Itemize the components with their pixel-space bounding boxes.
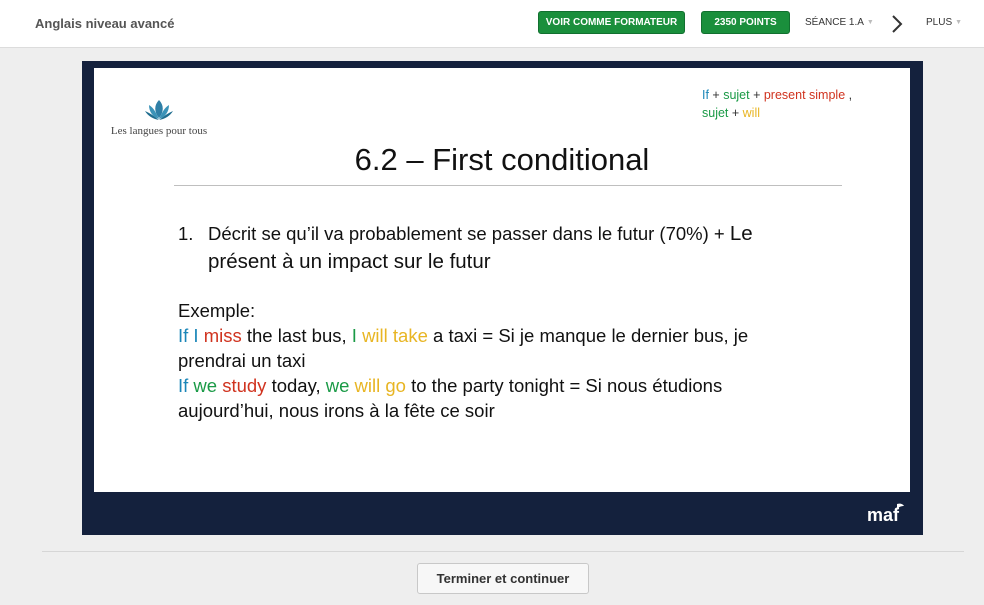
title-divider: [174, 185, 842, 186]
course-title: Anglais niveau avancé: [35, 16, 175, 31]
top-bar: Anglais niveau avancé VOIR COMME FORMATE…: [0, 0, 984, 48]
point-text-b: Le: [729, 222, 753, 245]
formula-will: will: [742, 106, 761, 120]
formula-subject: sujet: [723, 88, 750, 102]
formula-if: If: [702, 88, 709, 102]
example-2: If we study today, we will go to the par…: [178, 373, 818, 423]
logo-text: Les langues pour tous: [110, 125, 208, 137]
next-button[interactable]: [889, 12, 905, 36]
ex-text: today,: [266, 375, 326, 396]
formula-plus: +: [749, 88, 764, 102]
formula-plus: +: [728, 106, 743, 120]
ex-will: will go: [354, 375, 406, 396]
ex-subject-2: we: [325, 375, 350, 396]
caret-down-icon: ▼: [955, 19, 963, 26]
point-text: Décrit se qu’il va probablement se passe…: [208, 220, 838, 276]
points-button[interactable]: 2350 POINTS: [701, 11, 790, 34]
point-number: 1.: [178, 223, 194, 244]
formula-line-2: sujet + will: [702, 104, 852, 122]
maf-logo: maf: [867, 501, 907, 530]
ex-verb: study: [222, 375, 267, 396]
ex-subject: I: [193, 325, 199, 346]
formula-subject: sujet: [702, 106, 729, 120]
ex-verb: miss: [203, 325, 242, 346]
maf-logo-mark: maf: [867, 503, 904, 525]
footer-divider: [42, 551, 964, 552]
more-menu[interactable]: PLUS ▼: [926, 17, 962, 28]
caret-down-icon: ▼: [866, 19, 874, 26]
ex-subject: we: [193, 375, 218, 396]
formula-comma: ,: [845, 88, 853, 102]
more-menu-label: PLUS: [926, 17, 953, 28]
session-menu-label: SÉANCE 1.A: [805, 17, 864, 28]
ex-will: will take: [362, 325, 428, 346]
rule-point: 1. Décrit se qu’il va probablement se pa…: [178, 220, 838, 276]
slide-title: 6.2 – First conditional: [354, 142, 650, 177]
lotus-icon: [145, 100, 173, 120]
ex-text: the last bus,: [241, 325, 352, 346]
example-1: If I miss the last bus, I will take a ta…: [178, 323, 818, 373]
view-as-trainer-button[interactable]: VOIR COMME FORMATEUR: [538, 11, 685, 34]
formula-plus: +: [708, 88, 724, 102]
session-menu[interactable]: SÉANCE 1.A ▼: [805, 17, 874, 28]
point-text-a: Décrit se qu’il va probablement se passe…: [208, 223, 730, 244]
formula-line-1: If + sujet + present simple ,: [702, 86, 852, 104]
formula-present-simple: present simple: [763, 88, 846, 102]
example-block: Exemple: If I miss the last bus, I will …: [178, 298, 818, 423]
formula-hint: If + sujet + present simple , sujet + wi…: [702, 86, 852, 122]
finish-continue-button[interactable]: Terminer et continuer: [417, 563, 589, 594]
chevron-right-icon: [892, 15, 903, 33]
point-text-c: présent à un impact sur le futur: [208, 250, 491, 273]
slide: Les langues pour tous If + sujet + prese…: [94, 68, 910, 492]
slide-viewer: Les langues pour tous If + sujet + prese…: [82, 61, 923, 535]
ex-if: If: [178, 325, 189, 346]
school-logo: Les langues pour tous: [99, 98, 219, 137]
example-label: Exemple:: [178, 300, 256, 321]
ex-if: If: [178, 375, 189, 396]
brand-text: maf: [867, 505, 900, 525]
